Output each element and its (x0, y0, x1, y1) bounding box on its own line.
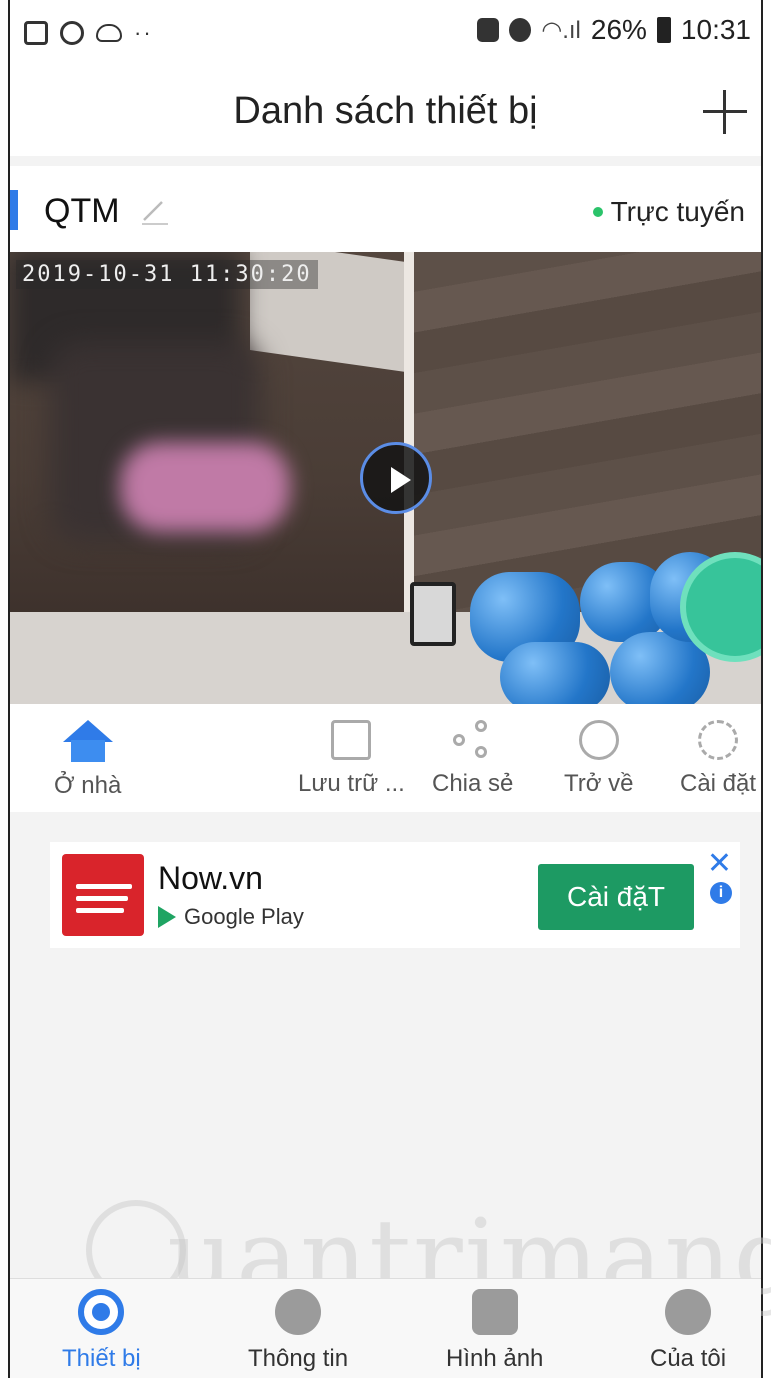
preview-camera-device (410, 582, 456, 646)
add-device-button[interactable] (695, 82, 755, 142)
device-card-header: QTM Trực tuyến (10, 166, 761, 252)
frame-border-right (761, 0, 763, 1378)
wifi-signal-icon: ◠.ıl (541, 16, 581, 44)
home-icon (62, 720, 113, 764)
ad-info-icon[interactable]: i (710, 882, 732, 904)
action-storage-label: Lưu trữ ... (298, 770, 405, 797)
card-accent-bar (10, 190, 18, 230)
preview-water-bottles (460, 552, 761, 704)
battery-percent: 26% (590, 14, 647, 45)
device-card: QTM Trực tuyến 2019-10-31 11:30:20 Ở nhà… (10, 166, 761, 812)
action-storage[interactable]: Lưu trữ ... (298, 720, 405, 798)
cloud-notification-icon (96, 24, 122, 42)
status-bar: ·· ◠.ıl 26% 10:31 (10, 0, 761, 70)
tab-messages[interactable]: Thông tin (248, 1289, 348, 1373)
settings-icon (698, 720, 739, 760)
action-share-label: Chia sẻ (432, 770, 514, 797)
ad-install-button[interactable]: Cài đặT (538, 864, 694, 930)
status-bar-notifications: ·· (24, 20, 153, 46)
ad-banner[interactable]: Now.vn Google Play Cài đặT ✕ i (50, 842, 740, 948)
alarm-icon (509, 18, 532, 42)
action-settings-label: Cài đặt (680, 770, 757, 797)
page-title: Danh sách thiết bị (233, 90, 538, 132)
device-name: QTM (44, 192, 120, 230)
online-indicator-icon (592, 207, 603, 217)
more-notifications-icon: ·· (134, 20, 153, 45)
storage-icon (331, 720, 372, 760)
device-status: Trực tuyến (592, 196, 745, 228)
tab-devices-label: Thiết bị (62, 1345, 141, 1372)
tab-images[interactable]: Hình ảnh (446, 1289, 543, 1373)
video-timestamp: 2019-10-31 11:30:20 (16, 260, 318, 289)
clock: 10:31 (680, 14, 751, 45)
message-icon (275, 1289, 322, 1335)
bottom-tab-bar: Thiết bị Thông tin Hình ảnh Của tôi (10, 1278, 761, 1378)
battery-icon (656, 17, 671, 43)
app-header: Danh sách thiết bị (10, 70, 761, 156)
tab-messages-label: Thông tin (248, 1345, 349, 1372)
now-vn-logo-icon (62, 854, 144, 936)
action-playback-label: Trở về (564, 770, 634, 797)
share-icon (452, 720, 493, 760)
bottle (500, 642, 610, 704)
device-status-label: Trực tuyến (610, 196, 745, 227)
action-share[interactable]: Chia sẻ (432, 720, 513, 798)
device-actions: Ở nhà Lưu trữ ... Chia sẻ Trở về Cài đặt (10, 704, 761, 812)
action-playback[interactable]: Trở về (564, 720, 634, 798)
camera-icon (78, 1289, 125, 1335)
tab-profile-label: Của tôi (650, 1345, 727, 1372)
action-home[interactable]: Ở nhà (54, 720, 121, 800)
play-button[interactable] (360, 442, 432, 514)
preview-blur-object (120, 442, 290, 532)
tab-profile[interactable]: Của tôi (650, 1289, 726, 1373)
action-home-label: Ở nhà (54, 772, 122, 799)
tab-devices[interactable]: Thiết bị (62, 1289, 141, 1373)
ad-store: Google Play (158, 904, 304, 930)
ad-close-icon[interactable]: ✕ (707, 846, 732, 881)
user-icon (665, 1289, 712, 1335)
camera-preview[interactable]: 2019-10-31 11:30:20 (10, 252, 761, 704)
tab-images-label: Hình ảnh (446, 1345, 544, 1372)
gallery-notification-icon (24, 21, 48, 45)
playback-icon (578, 720, 619, 760)
ad-title: Now.vn (158, 860, 263, 896)
action-settings[interactable]: Cài đặt (680, 720, 756, 798)
ad-store-label: Google Play (184, 904, 304, 929)
lock-icon (477, 18, 500, 42)
edit-name-icon[interactable] (140, 196, 170, 226)
google-play-icon (158, 906, 176, 928)
image-icon (471, 1289, 518, 1335)
status-bar-system: ◠.ıl 26% 10:31 (477, 14, 751, 46)
viber-notification-icon (60, 21, 84, 45)
